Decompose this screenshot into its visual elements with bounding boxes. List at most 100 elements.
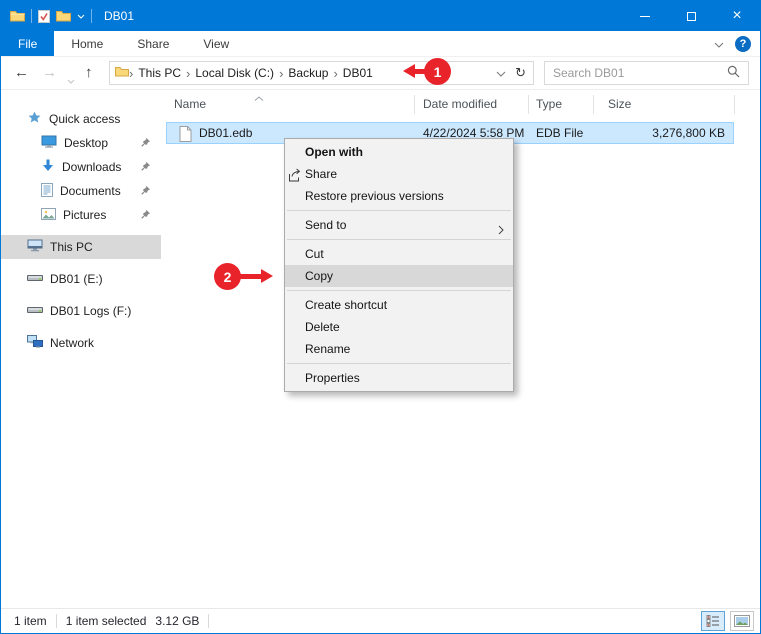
address-right-controls: ↻ [496,66,528,81]
sidebar-item-downloads[interactable]: Downloads [1,155,161,179]
sidebar-item-this-pc[interactable]: This PC [1,235,161,259]
tab-view[interactable]: View [186,31,246,56]
menu-item-create-shortcut[interactable]: Create shortcut [285,294,513,316]
sidebar-item-label: DB01 Logs (F:) [50,304,131,318]
menu-item-label: Share [305,167,337,181]
sidebar-item-pictures[interactable]: Pictures [1,203,161,227]
column-divider[interactable] [528,95,529,114]
menu-item-restore-previous-versions[interactable]: Restore previous versions [285,185,513,207]
menu-separator [287,210,511,211]
items-count: 1 item [14,614,47,628]
help-icon[interactable]: ? [735,36,751,52]
back-button[interactable]: ← [14,63,29,83]
breadcrumb-this-pc[interactable]: This PC [133,66,186,80]
breadcrumb-backup[interactable]: Backup [283,66,333,80]
menu-separator [287,363,511,364]
status-separator [56,614,57,628]
breadcrumb-db01[interactable]: DB01 [338,66,378,80]
column-header-type[interactable]: Type [536,97,562,111]
desktop-monitor-icon [41,135,57,151]
qat-dropdown-icon[interactable] [77,14,85,19]
close-icon: × [732,8,741,24]
address-dropdown-icon[interactable] [496,66,506,80]
hard-drive-icon [27,272,43,286]
maximize-button[interactable] [668,1,714,31]
menu-item-rename[interactable]: Rename [285,338,513,360]
column-divider[interactable] [734,95,735,114]
status-bar: 1 item 1 item selected 3.12 GB [1,608,760,633]
sidebar-item-label: Pictures [63,208,106,222]
column-header-name[interactable]: Name [174,97,206,111]
window-title: DB01 [104,9,134,23]
forward-button[interactable]: → [42,63,57,83]
close-button[interactable]: × [714,1,760,31]
search-input[interactable] [553,66,727,80]
hard-drive-icon [27,304,43,318]
file-icon [179,126,192,146]
menu-item-properties[interactable]: Properties [285,367,513,389]
up-button[interactable]: ↑ [85,63,93,83]
breadcrumb-local-disk-c[interactable]: Local Disk (C:) [190,66,279,80]
sidebar-item-db01-e[interactable]: DB01 (E:) [1,267,161,291]
menu-item-cut[interactable]: Cut [285,243,513,265]
file-name: DB01.edb [199,126,252,141]
menu-item-delete[interactable]: Delete [285,316,513,338]
menu-item-open-with[interactable]: Open with [285,141,513,163]
refresh-icon[interactable]: ↻ [515,66,526,81]
selection-size: 3.12 GB [155,614,199,628]
menu-item-label: Properties [305,371,360,385]
ribbon-tabbar: File Home Share View ? [1,31,760,57]
tab-home[interactable]: Home [54,31,120,56]
column-header-date-modified[interactable]: Date modified [423,97,497,111]
qat-new-folder-icon[interactable] [56,10,71,22]
navigation-toolbar: ← → ↑ › This PC › Local Disk (C:) › Back… [1,57,760,90]
explorer-folder-icon [10,10,25,22]
expand-ribbon-icon[interactable] [714,37,724,51]
window-controls: × [622,1,760,31]
sort-ascending-icon [254,90,264,104]
menu-item-share[interactable]: Share [285,163,513,185]
column-header-size[interactable]: Size [608,97,631,111]
annotation-step-2: 2 [214,263,241,290]
address-bar[interactable]: › This PC › Local Disk (C:) › Backup › D… [109,61,534,85]
annotation-arrow-1 [413,69,427,74]
menu-item-label: Rename [305,342,350,356]
details-view-button[interactable] [701,611,725,631]
thumbnail-view-button[interactable] [730,611,754,631]
network-computers-icon [27,335,43,351]
sidebar-item-label: Network [50,336,94,350]
menu-item-copy[interactable]: Copy [285,265,513,287]
minimize-button[interactable] [622,1,668,31]
sidebar-item-desktop[interactable]: Desktop [1,131,161,155]
qat-properties-icon[interactable] [38,10,50,23]
selection-count: 1 item selected [66,614,147,628]
annotation-arrowhead-2 [261,269,273,283]
menu-item-send-to[interactable]: Send to [285,214,513,236]
column-headers: Name Date modified Type Size [161,93,759,117]
annotation-arrow-2 [239,274,263,279]
recent-locations-icon[interactable] [67,70,75,90]
view-toggle-buttons [701,611,754,631]
sidebar-item-quick-access[interactable]: Quick access [1,107,161,131]
tab-file[interactable]: File [1,31,54,56]
menu-item-label: Copy [305,269,333,283]
sidebar-item-documents[interactable]: Documents [1,179,161,203]
sidebar-item-network[interactable]: Network [1,331,161,355]
context-menu: Open with Share Restore previous version… [284,138,514,392]
sidebar-item-label: DB01 (E:) [50,272,103,286]
column-divider[interactable] [414,95,415,114]
quick-access-star-icon [27,110,42,128]
address-folder-icon [115,66,129,80]
explorer-window: DB01 × File Home Share View ? ← → ↑ [0,0,761,634]
sidebar-item-db01-logs-f[interactable]: DB01 Logs (F:) [1,299,161,323]
search-box [544,61,749,85]
pin-icon [140,161,151,175]
picture-icon [41,208,56,223]
document-icon [41,183,53,200]
tab-share[interactable]: Share [120,31,186,56]
maximize-icon [687,12,696,21]
menu-item-label: Create shortcut [305,298,387,312]
column-divider[interactable] [593,95,594,114]
navigation-pane: Quick access Desktop Downloads [1,91,161,607]
search-icon[interactable] [727,65,740,81]
